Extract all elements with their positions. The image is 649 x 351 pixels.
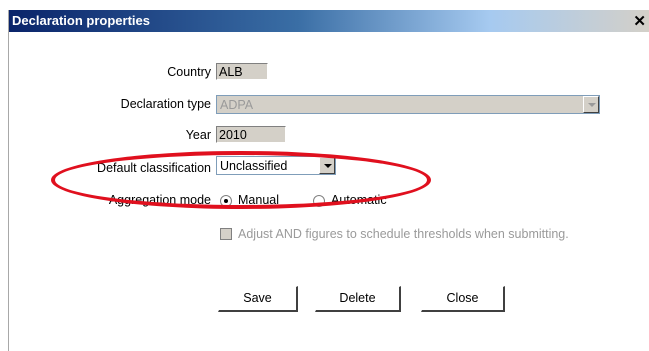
default-classification-select[interactable]: Unclassified — [216, 156, 336, 175]
automatic-radio[interactable] — [313, 195, 325, 207]
manual-radio-label[interactable]: Manual — [238, 193, 279, 207]
close-button[interactable]: Close — [421, 286, 505, 312]
aggregation-mode-label: Aggregation mode — [108, 193, 211, 207]
chevron-down-icon[interactable] — [583, 96, 599, 113]
default-classification-label: Default classification — [97, 161, 211, 175]
save-button[interactable]: Save — [218, 286, 298, 312]
chevron-down-icon[interactable] — [319, 157, 335, 174]
country-field: ALB — [216, 63, 268, 80]
declaration-properties-dialog: Declaration properties ✕ Country ALB Dec… — [8, 10, 649, 351]
dialog-title: Declaration properties — [12, 13, 150, 28]
default-classification-value: Unclassified — [220, 159, 288, 173]
automatic-radio-label[interactable]: Automatic — [331, 193, 387, 207]
manual-radio[interactable] — [220, 195, 232, 207]
adjust-checkbox-label: Adjust AND figures to schedule threshold… — [238, 227, 569, 241]
year-field: 2010 — [216, 126, 286, 143]
title-bar[interactable]: Declaration properties ✕ — [9, 10, 649, 32]
year-label: Year — [185, 128, 211, 142]
close-icon[interactable]: ✕ — [633, 12, 646, 30]
declaration-type-select[interactable]: ADPA — [216, 95, 600, 114]
declaration-type-value: ADPA — [220, 98, 254, 112]
declaration-type-label: Declaration type — [120, 97, 211, 111]
adjust-checkbox[interactable] — [220, 228, 232, 240]
country-label: Country — [167, 65, 211, 79]
delete-button[interactable]: Delete — [315, 286, 401, 312]
